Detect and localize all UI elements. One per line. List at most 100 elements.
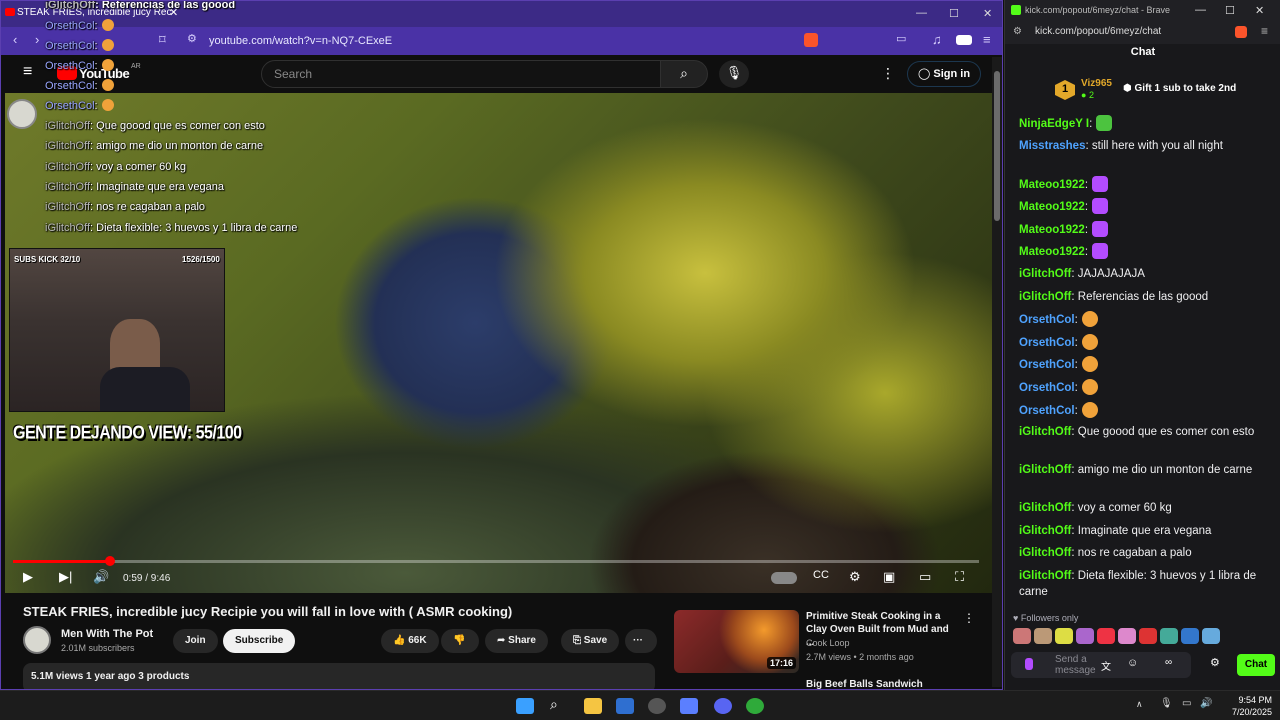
chat-username[interactable]: NinjaEdgeY I — [1019, 118, 1089, 130]
tray-mic-icon[interactable]: 🎙 — [1160, 698, 1173, 709]
chat-username[interactable]: Misstrashes — [1019, 140, 1085, 152]
chat-username[interactable]: iGlitchOff — [1019, 291, 1071, 303]
points-icon[interactable]: ∞ — [1165, 657, 1172, 668]
mic-icon[interactable] — [1025, 658, 1033, 670]
microphone-icon[interactable]: 🎙 — [719, 60, 749, 88]
chat-message[interactable]: OrsethCol: — [1019, 379, 1271, 396]
chat-username[interactable]: Mateoo1922 — [1019, 179, 1085, 191]
store-icon[interactable] — [616, 698, 634, 714]
tray-network-icon[interactable]: ▭ — [1182, 698, 1191, 709]
kick-url[interactable]: kick.com/popout/6meyz/chat — [1035, 26, 1161, 37]
chat-message[interactable]: iGlitchOff: JAJAJAJAJA — [1019, 266, 1271, 282]
emoji-icon[interactable]: ☺ — [1127, 657, 1138, 669]
subscribe-button[interactable]: Subscribe — [223, 629, 296, 653]
discord-icon[interactable] — [714, 698, 732, 714]
chat-message[interactable]: iGlitchOff: Que goood que es comer con e… — [1019, 424, 1271, 440]
progress-bar[interactable] — [13, 560, 979, 563]
chat-message[interactable]: Mateoo1922: — [1019, 175, 1271, 193]
close-window-icon[interactable]: ✕ — [983, 7, 992, 20]
scrollbar-thumb[interactable] — [994, 71, 1000, 221]
sign-in-button[interactable]: ◯ Sign in — [907, 61, 982, 87]
chat-username[interactable]: OrsethCol — [1019, 314, 1075, 326]
search-input[interactable]: Search — [261, 60, 661, 88]
pinned-gift-banner[interactable]: 1 Viz965 ● 2 ⬢ Gift 1 sub to take 2nd — [1005, 74, 1280, 104]
play-icon[interactable]: ▶ — [23, 569, 33, 585]
minimize-icon[interactable]: — — [916, 7, 927, 19]
chat-message[interactable]: OrsethCol: — [1019, 356, 1271, 373]
brave-shield-icon[interactable] — [804, 33, 818, 47]
chat-username[interactable]: Mateoo1922 — [1019, 246, 1085, 258]
chat-username[interactable]: iGlitchOff — [1019, 502, 1071, 514]
captions-icon[interactable]: CC — [813, 569, 829, 581]
chat-username[interactable]: iGlitchOff — [1019, 525, 1071, 537]
start-icon[interactable] — [516, 698, 534, 714]
chat-message[interactable]: OrsethCol: — [1019, 401, 1271, 419]
chat-username[interactable]: OrsethCol — [1019, 337, 1075, 349]
chat-username[interactable]: iGlitchOff — [1019, 464, 1071, 476]
channel-avatar[interactable] — [23, 626, 51, 654]
back-icon[interactable]: ‹ — [13, 32, 17, 47]
channel-name[interactable]: Men With The Pot — [61, 628, 153, 640]
chat-message[interactable]: Mateoo1922: — [1019, 220, 1271, 238]
file-explorer-icon[interactable] — [584, 698, 602, 714]
address-bar[interactable]: youtube.com/watch?v=n-NQ7-CExeE — [201, 31, 797, 51]
chat-message[interactable]: iGlitchOff: Referencias de las goood — [1019, 289, 1271, 305]
fullscreen-icon[interactable]: ⛶ — [955, 569, 964, 585]
chat-message[interactable]: Misstrashes: still here with you all nig… — [1019, 138, 1271, 154]
emote-icon[interactable] — [1202, 628, 1220, 644]
xbox-icon[interactable] — [746, 698, 764, 714]
chat-message[interactable]: Mateoo1922: — [1019, 198, 1271, 215]
kick-close-icon[interactable]: ✕ — [1255, 4, 1264, 17]
chat-send-button[interactable]: Chat — [1237, 654, 1275, 676]
chat-username[interactable]: iGlitchOff — [1019, 547, 1071, 559]
emote-icon[interactable] — [1181, 628, 1199, 644]
dislike-button[interactable]: 👎 — [441, 629, 479, 653]
chat-username[interactable]: iGlitchOff — [1019, 426, 1071, 438]
emote-icon[interactable] — [1139, 628, 1157, 644]
join-button[interactable]: Join — [173, 629, 218, 653]
chat-username[interactable]: OrsethCol — [1019, 359, 1075, 371]
emote-icon[interactable] — [1076, 628, 1094, 644]
more-options-icon[interactable]: ⋮ — [881, 65, 895, 82]
bookmark-icon[interactable]: ⌑ — [159, 32, 166, 48]
sidebar-toggle-icon[interactable]: ▭ — [896, 32, 906, 45]
kick-minimize-icon[interactable]: — — [1195, 4, 1206, 16]
emote-quick-bar[interactable] — [1013, 628, 1273, 646]
recommended-more-icon[interactable]: ⋮ — [963, 611, 975, 625]
volume-icon[interactable]: 🔊 — [93, 569, 109, 585]
emote-icon[interactable] — [1160, 628, 1178, 644]
chat-settings-icon[interactable]: ⚙ — [1210, 656, 1220, 669]
kick-menu-icon[interactable]: ≡ — [1261, 24, 1268, 38]
search-taskbar-icon[interactable]: ⌕ — [550, 696, 558, 713]
hamburger-menu-icon[interactable]: ≡ — [23, 63, 32, 81]
translate-icon[interactable]: 文 — [1101, 658, 1111, 673]
page-scrollbar[interactable] — [992, 57, 1002, 687]
next-icon[interactable]: ▶| — [59, 569, 72, 585]
save-button[interactable]: ⎘ Save — [561, 629, 620, 653]
autoplay-toggle[interactable] — [771, 572, 797, 584]
system-clock[interactable]: 9:54 PM 7/20/2025 — [1222, 694, 1272, 718]
chat-message[interactable]: OrsethCol: — [1019, 311, 1271, 328]
emote-icon[interactable] — [1034, 628, 1052, 644]
more-actions-icon[interactable]: ··· — [625, 629, 657, 653]
theater-icon[interactable]: ▭ — [919, 569, 931, 585]
vpn-icon[interactable] — [956, 35, 972, 45]
recommended-channel[interactable]: Cook Loop — [806, 638, 850, 648]
chat-username[interactable]: Mateoo1922 — [1019, 201, 1085, 213]
settings-icon[interactable]: ⚙ — [849, 569, 861, 585]
next-recommended-title[interactable]: Big Beef Balls Sandwich — [806, 679, 923, 689]
chat-message[interactable]: iGlitchOff: Dieta flexible: 3 huevos y 1… — [1019, 568, 1271, 600]
chat-message[interactable]: Mateoo1922: — [1019, 243, 1271, 260]
search-icon[interactable]: ⌕ — [660, 60, 708, 88]
chat-username[interactable]: OrsethCol — [1019, 405, 1075, 417]
chat-message[interactable]: iGlitchOff: voy a comer 60 kg — [1019, 500, 1271, 516]
emote-icon[interactable] — [1013, 628, 1031, 644]
chat-message[interactable]: iGlitchOff: amigo me dio un monton de ca… — [1019, 462, 1271, 478]
site-info-icon[interactable]: ⚙ — [187, 32, 197, 45]
chat-username[interactable]: Mateoo1922 — [1019, 224, 1085, 236]
kick-maximize-icon[interactable]: ☐ — [1225, 4, 1235, 17]
chat-message[interactable]: iGlitchOff: nos re cagaban a palo — [1019, 545, 1271, 561]
maximize-icon[interactable]: ☐ — [949, 7, 959, 20]
miniplayer-icon[interactable]: ▣ — [883, 569, 895, 585]
share-button[interactable]: ➦ Share — [485, 629, 548, 653]
